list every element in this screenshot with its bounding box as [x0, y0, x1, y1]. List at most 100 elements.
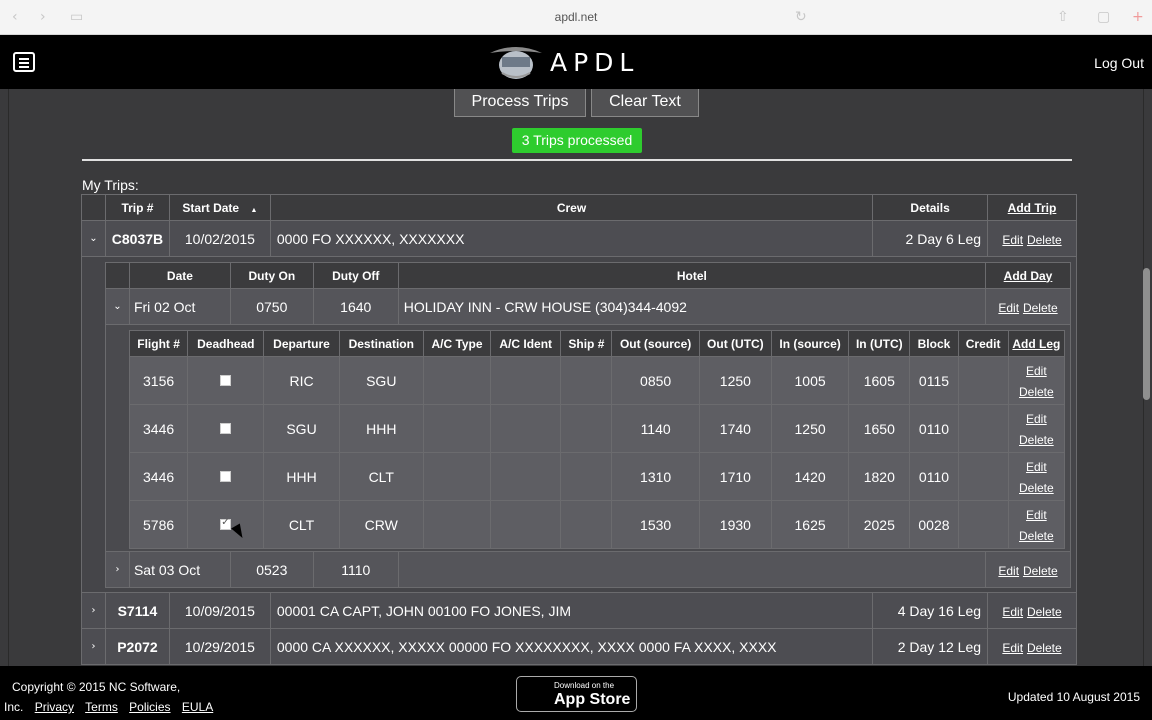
delete-link[interactable]: Delete — [1019, 481, 1054, 495]
deadhead-checkbox[interactable] — [220, 470, 232, 482]
leg-row[interactable]: 3446 HHH CLT 1310 1710 1420 1820 0110 Edit Delete — [128, 452, 1066, 501]
credit — [957, 404, 1009, 453]
destination: HHH — [338, 404, 424, 453]
day-date: Sat 03 Oct — [128, 551, 231, 588]
deadhead-checkbox — [187, 452, 265, 501]
hotel: HOLIDAY INN - CRW HOUSE (304)344-4092 — [397, 288, 987, 325]
leg-row[interactable]: 3156 RIC SGU 0850 1250 1005 1605 0115 Edit Delete — [128, 356, 1066, 405]
ship-number — [560, 452, 613, 501]
address-bar[interactable]: apdl.net — [0, 10, 1152, 24]
collapse-chevron-icon[interactable]: ⌄ — [81, 220, 106, 257]
trip-number: S7114 — [104, 592, 170, 629]
delete-link[interactable]: Delete — [1019, 433, 1054, 447]
footer: Copyright © 2015 NC Software, Inc. Priva… — [0, 666, 1152, 720]
edit-link[interactable]: Edit — [1026, 460, 1047, 474]
expand-chevron-icon[interactable]: › — [81, 592, 106, 629]
duty-on: 0750 — [229, 288, 314, 325]
deadhead-checkbox[interactable] — [220, 374, 232, 386]
flight-number: 5786 — [128, 500, 189, 549]
edit-link[interactable]: Edit — [1026, 508, 1047, 522]
edit-link[interactable]: Edit — [1026, 364, 1047, 378]
edit-link[interactable]: Edit — [1002, 605, 1023, 619]
ac-ident — [490, 404, 562, 453]
expand-chevron-icon[interactable]: › — [81, 628, 106, 665]
col-header-date: Date — [128, 262, 231, 289]
tabs-icon[interactable]: ▢ — [1097, 9, 1110, 25]
menu-icon[interactable] — [13, 52, 35, 72]
sort-asc-icon: ▲ — [250, 206, 258, 214]
delete-link[interactable]: Delete — [1027, 605, 1062, 619]
reload-icon[interactable]: ↻ — [795, 9, 807, 25]
col-header-out-source: Out (source) — [611, 330, 700, 357]
delete-link[interactable]: Delete — [1023, 301, 1058, 315]
process-trips-button[interactable]: Process Trips — [454, 89, 586, 117]
out-utc: 1930 — [698, 500, 772, 549]
in-utc: 1605 — [848, 356, 911, 405]
ac-type — [422, 500, 492, 549]
add-day-label[interactable]: Add Day — [1004, 269, 1053, 283]
footer-links: Inc. Privacy Terms Policies EULA — [4, 700, 221, 714]
scrollbar[interactable] — [1143, 268, 1150, 400]
delete-link[interactable]: Delete — [1019, 529, 1054, 543]
edit-link[interactable]: Edit — [1002, 233, 1023, 247]
app-store-badge[interactable]: Download on the App Store — [516, 676, 637, 712]
out-source: 0850 — [611, 356, 700, 405]
status-badge: 3 Trips processed — [512, 128, 642, 153]
trip-row[interactable]: › P2072 10/29/2015 0000 CA XXXXXX, XXXXX… — [81, 628, 1077, 665]
flight-number: 3446 — [128, 404, 189, 453]
add-leg-link[interactable]: Add Leg — [1007, 330, 1066, 357]
policies-link[interactable]: Policies — [129, 700, 170, 714]
eula-link[interactable]: EULA — [182, 700, 213, 714]
privacy-link[interactable]: Privacy — [35, 700, 74, 714]
delete-link[interactable]: Delete — [1019, 385, 1054, 399]
add-trip-label[interactable]: Add Trip — [1008, 201, 1057, 215]
col-header-details: Details — [872, 194, 989, 221]
add-leg-label[interactable]: Add Leg — [1012, 337, 1060, 351]
new-tab-icon[interactable]: + — [1132, 9, 1144, 25]
leg-actions: Edit Delete — [1007, 404, 1066, 453]
logo-text: APDL — [550, 48, 640, 77]
trip-actions: Edit Delete — [987, 628, 1077, 665]
delete-link[interactable]: Delete — [1027, 641, 1062, 655]
day-row[interactable]: › Sat 03 Oct 0523 1110 Edit Delete — [105, 551, 1071, 588]
deadhead-checkbox[interactable] — [220, 517, 232, 530]
deadhead-checkbox — [187, 356, 265, 405]
add-day-link[interactable]: Add Day — [985, 262, 1071, 289]
app-header: APDL Log Out — [0, 35, 1152, 89]
block: 0110 — [909, 452, 959, 501]
delete-link[interactable]: Delete — [1027, 233, 1062, 247]
edit-link[interactable]: Edit — [1002, 641, 1023, 655]
collapse-chevron-icon[interactable]: ⌄ — [105, 288, 130, 325]
edit-link[interactable]: Edit — [998, 301, 1019, 315]
in-source: 1625 — [770, 500, 850, 549]
leg-row[interactable]: 5786 CLTCRW 15301930162520250028 Edit Delete — [128, 500, 1066, 549]
trip-row[interactable]: ⌄ C8037B 10/02/2015 0000 FO XXXXXX, XXXX… — [81, 220, 1077, 257]
expand-chevron-icon[interactable]: › — [105, 551, 130, 588]
expand-column-header — [105, 262, 130, 289]
col-header-trip[interactable]: Trip # — [104, 194, 170, 221]
add-trip-link[interactable]: Add Trip — [987, 194, 1077, 221]
col-header-start-date[interactable]: Start Date ▲ — [168, 194, 271, 221]
edit-link[interactable]: Edit — [1026, 412, 1047, 426]
ac-ident — [490, 452, 562, 501]
out-utc: 1250 — [698, 356, 772, 405]
edit-link[interactable]: Edit — [998, 564, 1019, 578]
ac-type — [422, 404, 492, 453]
departure: RIC — [263, 356, 340, 405]
deadhead-checkbox[interactable] — [220, 422, 232, 434]
share-icon[interactable]: ⇧ — [1057, 9, 1069, 25]
terms-link[interactable]: Terms — [85, 700, 118, 714]
leg-row[interactable]: 3446 SGU HHH 1140 1740 1250 1650 0110 Edit Delete — [128, 404, 1066, 453]
in-utc: 1820 — [848, 452, 911, 501]
ship-number — [560, 356, 613, 405]
col-header-in-source: In (source) — [770, 330, 850, 357]
divider — [82, 159, 1072, 161]
day-row[interactable]: ⌄ Fri 02 Oct 0750 1640 HOLIDAY INN - CRW… — [105, 288, 1071, 325]
updated-date: Updated 10 August 2015 — [1007, 690, 1140, 704]
trip-row[interactable]: › S7114 10/09/2015 00001 CA CAPT, JOHN 0… — [81, 592, 1077, 629]
clear-text-button[interactable]: Clear Text — [591, 89, 699, 117]
deadhead-checkbox — [187, 404, 265, 453]
logout-link[interactable]: Log Out — [1094, 55, 1144, 71]
col-header-label: Start Date — [182, 200, 240, 215]
delete-link[interactable]: Delete — [1023, 564, 1058, 578]
